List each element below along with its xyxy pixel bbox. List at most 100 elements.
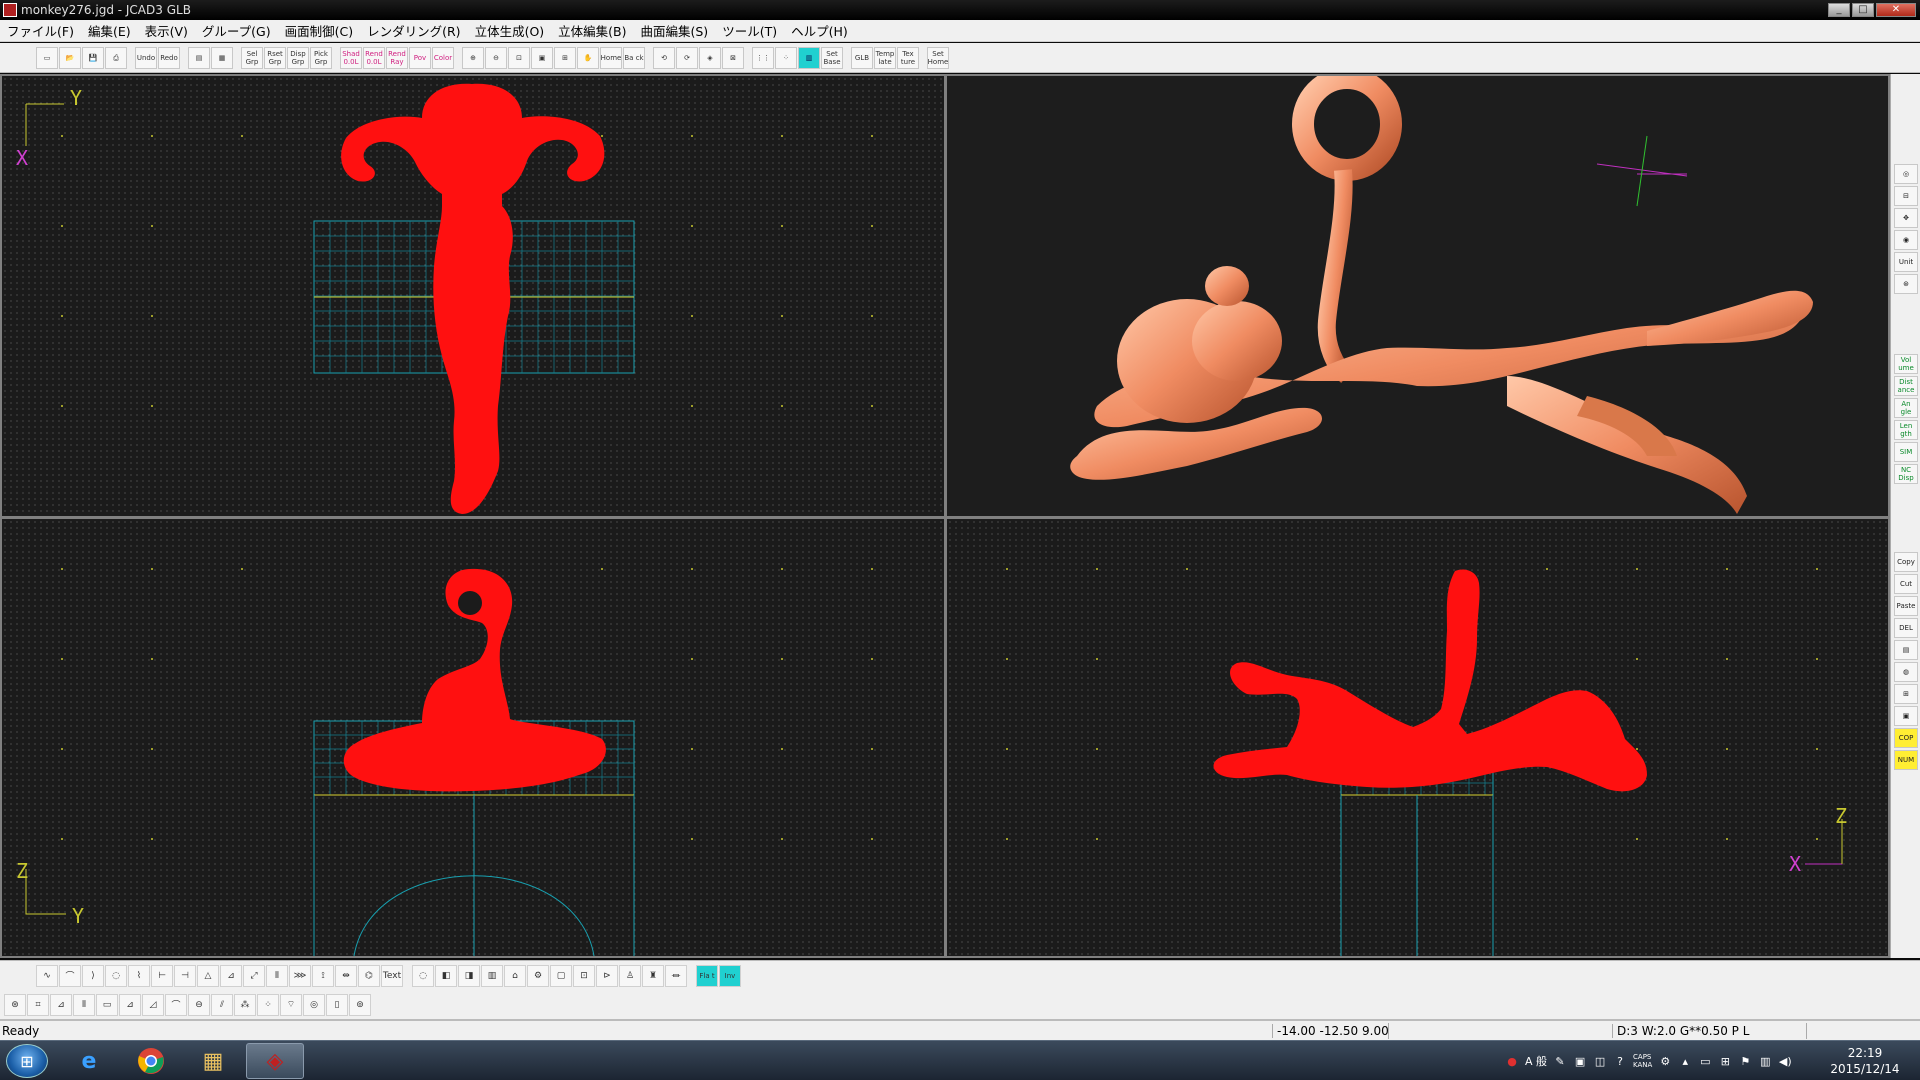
- reset-group-button[interactable]: Rset Grp: [264, 46, 286, 69]
- curve-tool-4-icon[interactable]: ◌: [105, 964, 127, 987]
- curve-tool-9-icon[interactable]: ⊿: [220, 964, 242, 987]
- flat-button[interactable]: Fla t: [696, 964, 718, 987]
- edit-tool-6-icon[interactable]: ⊿: [119, 993, 141, 1016]
- menu-surface-edit[interactable]: 曲面編集(S): [634, 21, 716, 40]
- edit-tool-7-icon[interactable]: ◿: [142, 993, 164, 1016]
- cut-button[interactable]: Cut: [1894, 574, 1918, 594]
- curve-tool-5-icon[interactable]: ⌇: [128, 964, 150, 987]
- side-tool-3-icon[interactable]: ⊞: [1894, 684, 1918, 704]
- cop-button[interactable]: COP: [1894, 728, 1918, 748]
- edit-tool-12-icon[interactable]: ⁘: [257, 993, 279, 1016]
- angle-button[interactable]: An gle: [1894, 398, 1918, 418]
- pov-button[interactable]: Pov: [409, 46, 431, 69]
- edit-tool-8-icon[interactable]: ⌒: [165, 993, 187, 1016]
- set-home-button[interactable]: Set Home: [927, 46, 949, 69]
- solid-tool-12-icon[interactable]: ⏛: [665, 964, 687, 987]
- select-group-button[interactable]: Sel Grp: [241, 46, 263, 69]
- invert-button[interactable]: Inv: [719, 964, 741, 987]
- edit-tool-13-icon[interactable]: ⌔: [280, 993, 302, 1016]
- help-icon[interactable]: ?: [1613, 1054, 1627, 1068]
- side-layers-icon[interactable]: ⊟: [1894, 186, 1918, 206]
- nc-disp-button[interactable]: NC Disp: [1894, 464, 1918, 484]
- render-button[interactable]: Rend 0.0L: [363, 46, 385, 69]
- side-eye-icon[interactable]: ◉: [1894, 230, 1918, 250]
- zoom-area-icon[interactable]: ⊞: [554, 46, 576, 69]
- solid-tool-7-icon[interactable]: ▢: [550, 964, 572, 987]
- grid-view-icon[interactable]: ▦: [211, 46, 233, 69]
- side-tool-1-icon[interactable]: ▤: [1894, 640, 1918, 660]
- curve-tool-15-icon[interactable]: ⌬: [358, 964, 380, 987]
- open-folder-icon[interactable]: 📂: [59, 46, 81, 69]
- copy-button[interactable]: Copy: [1894, 552, 1918, 572]
- side-move-icon[interactable]: ✥: [1894, 208, 1918, 228]
- network-icon[interactable]: ▥: [1758, 1054, 1772, 1068]
- edit-tool-9-icon[interactable]: ⊖: [188, 993, 210, 1016]
- internet-explorer-icon[interactable]: e: [60, 1043, 118, 1079]
- grid-dots-icon[interactable]: ⋮⋮: [752, 46, 774, 69]
- delete-button[interactable]: DEL: [1894, 618, 1918, 638]
- chrome-icon[interactable]: [122, 1043, 180, 1079]
- solid-tool-11-icon[interactable]: ♜: [642, 964, 664, 987]
- home-button[interactable]: Home: [600, 46, 622, 69]
- menu-tools[interactable]: ツール(T): [715, 21, 784, 40]
- edit-tool-15-icon[interactable]: ▯: [326, 993, 348, 1016]
- solid-tool-5-icon[interactable]: ⌂: [504, 964, 526, 987]
- solid-tool-4-icon[interactable]: ▥: [481, 964, 503, 987]
- zoom-out-icon[interactable]: ⊖: [485, 46, 507, 69]
- sim-button[interactable]: SIM: [1894, 442, 1918, 462]
- display-icon[interactable]: ▭: [1698, 1054, 1712, 1068]
- edit-tool-2-icon[interactable]: ⌗: [27, 993, 49, 1016]
- menu-file[interactable]: ファイル(F): [0, 21, 81, 40]
- curve-tool-14-icon[interactable]: ⇹: [335, 964, 357, 987]
- solid-tool-3-icon[interactable]: ◨: [458, 964, 480, 987]
- render-ray-button[interactable]: Rend Ray: [386, 46, 408, 69]
- curve-tool-2-icon[interactable]: ⌒: [59, 964, 81, 987]
- num-button[interactable]: NUM: [1894, 750, 1918, 770]
- display-group-button[interactable]: Disp Grp: [287, 46, 309, 69]
- curve-tool-10-icon[interactable]: ⤢: [243, 964, 265, 987]
- app-icon[interactable]: [3, 3, 17, 17]
- edit-tool-4-icon[interactable]: ⫴: [73, 993, 95, 1016]
- minimize-button[interactable]: _: [1828, 3, 1850, 17]
- unit-button[interactable]: Unit: [1894, 252, 1918, 272]
- curve-tool-13-icon[interactable]: ⟟: [312, 964, 334, 987]
- solid-tool-8-icon[interactable]: ⊡: [573, 964, 595, 987]
- grid-active-icon[interactable]: ▥: [798, 46, 820, 69]
- undo-button[interactable]: Undo: [135, 46, 157, 69]
- redo-button[interactable]: Redo: [158, 46, 180, 69]
- curve-tool-12-icon[interactable]: ⋙: [289, 964, 311, 987]
- viewport-perspective[interactable]: [947, 76, 1888, 516]
- solid-tool-1-icon[interactable]: ◌: [412, 964, 434, 987]
- save-icon[interactable]: 💾: [82, 46, 104, 69]
- solid-tool-6-icon[interactable]: ⚙: [527, 964, 549, 987]
- edit-tool-5-icon[interactable]: ▭: [96, 993, 118, 1016]
- set-base-button[interactable]: Set Base: [821, 46, 843, 69]
- edit-tool-14-icon[interactable]: ◎: [303, 993, 325, 1016]
- jcad3-taskbar-icon[interactable]: ◈: [246, 1043, 304, 1079]
- menu-rendering[interactable]: レンダリング(R): [360, 21, 467, 40]
- glb-button[interactable]: GLB: [851, 46, 873, 69]
- side-tool-4-icon[interactable]: ▣: [1894, 706, 1918, 726]
- view-frame-icon[interactable]: ⊠: [722, 46, 744, 69]
- edit-tool-11-icon[interactable]: ⁂: [234, 993, 256, 1016]
- view-rotate-icon[interactable]: ⟲: [653, 46, 675, 69]
- curve-tool-8-icon[interactable]: △: [197, 964, 219, 987]
- new-file-icon[interactable]: ▭: [36, 46, 58, 69]
- menu-view[interactable]: 表示(V): [138, 21, 195, 40]
- menu-solid-create[interactable]: 立体生成(O): [468, 21, 552, 40]
- viewport-side[interactable]: Z Y: [2, 519, 944, 956]
- length-button[interactable]: Len gth: [1894, 420, 1918, 440]
- texture-button[interactable]: Tex ture: [897, 46, 919, 69]
- viewport-top[interactable]: Y X: [2, 76, 944, 516]
- text-tool-button[interactable]: Text: [381, 964, 403, 987]
- ime-mode[interactable]: A 般: [1525, 1053, 1547, 1069]
- print-icon[interactable]: ⎙: [105, 46, 127, 69]
- curve-tool-7-icon[interactable]: ⊣: [174, 964, 196, 987]
- tray-expand-icon[interactable]: ▴: [1678, 1054, 1692, 1068]
- file-explorer-icon[interactable]: ▦: [184, 1043, 242, 1079]
- curve-tool-3-icon[interactable]: ⟩: [82, 964, 104, 987]
- zoom-fit-icon[interactable]: ⊡: [508, 46, 530, 69]
- edit-tool-1-icon[interactable]: ⊛: [4, 993, 26, 1016]
- menu-help[interactable]: ヘルプ(H): [784, 21, 855, 40]
- ime-dict-icon[interactable]: ▣: [1573, 1054, 1587, 1068]
